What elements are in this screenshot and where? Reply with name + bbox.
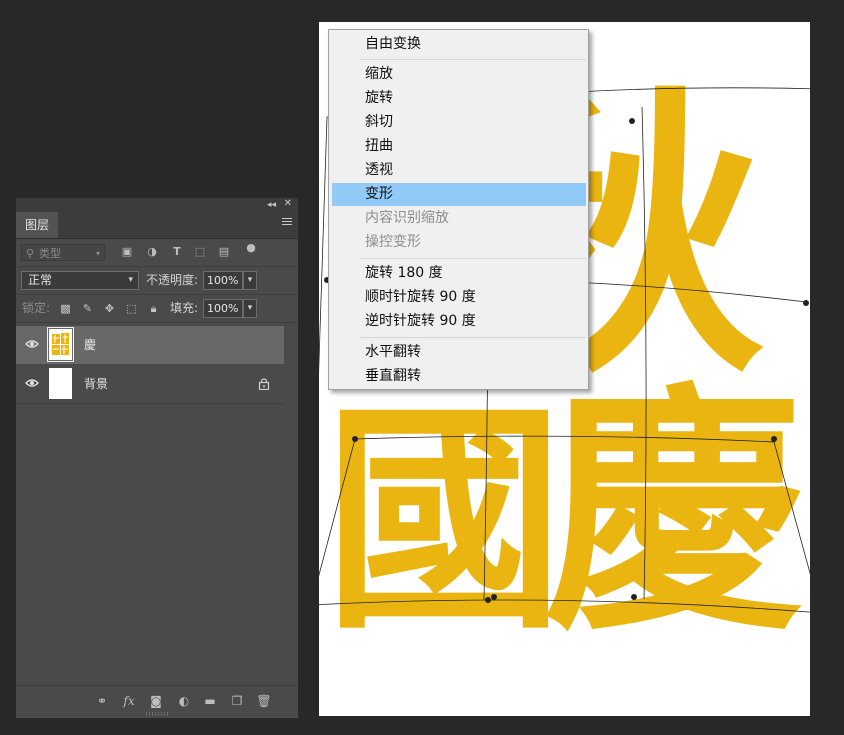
blend-row: 正常 ▾ 不透明度: 100% ▾: [16, 267, 298, 295]
menu-item-content-aware-scale: 内容识别缩放: [365, 210, 449, 226]
menu-item-rotate-90-cw[interactable]: 顺时针旋转 90 度: [332, 286, 586, 309]
shape-filter-icon[interactable]: ⬚: [194, 246, 206, 258]
folder-icon[interactable]: ▬: [202, 693, 218, 709]
adjustment-filter-icon[interactable]: ◑: [146, 246, 158, 258]
blend-mode-select[interactable]: 正常 ▾: [21, 271, 139, 290]
lock-row: 锁定: ▩ ✎ ✥ ⬚ 🔒︎ 填充: 100% ▾: [16, 295, 298, 323]
resize-grip[interactable]: [146, 712, 170, 716]
lock-all-icon[interactable]: 🔒︎: [147, 302, 160, 315]
layer-name[interactable]: 背景: [84, 365, 108, 403]
eye-icon[interactable]: [25, 378, 39, 388]
adjustment-icon[interactable]: ◐: [176, 693, 192, 709]
link-icon[interactable]: ⚭: [94, 693, 110, 709]
lock-artboard-icon[interactable]: ⬚: [125, 302, 138, 315]
fill-dropdown-icon[interactable]: ▾: [243, 299, 257, 318]
menu-item-rotate[interactable]: 旋转: [332, 87, 586, 110]
panel-menu-icon[interactable]: [282, 218, 292, 227]
tab-layers[interactable]: 图层: [16, 212, 58, 238]
chevron-down-icon: ▾: [95, 249, 100, 258]
type-filter-icon[interactable]: T: [171, 246, 183, 258]
menu-item-perspective[interactable]: 透视: [332, 159, 586, 182]
opacity-input[interactable]: 100%: [203, 271, 243, 290]
lock-position-icon[interactable]: ✥: [103, 302, 116, 315]
mask-icon[interactable]: ◙: [148, 693, 164, 709]
menu-separator: [360, 59, 586, 60]
pixel-filter-icon[interactable]: ▣: [121, 246, 133, 258]
collapse-icon[interactable]: ◂◂: [267, 199, 276, 211]
filter-row: ⚲ 类型 ▾ ▣ ◑ T ⬚ ▤ ●: [16, 239, 298, 267]
menu-item-puppet-warp: 操控变形: [365, 234, 421, 250]
opacity-label: 不透明度:: [146, 273, 199, 287]
fill-input[interactable]: 100%: [203, 299, 243, 318]
glyph-qing: 慶: [544, 364, 804, 666]
close-icon[interactable]: ✕: [284, 198, 292, 210]
opacity-dropdown-icon[interactable]: ▾: [243, 271, 257, 290]
filter-kind-select[interactable]: ⚲ 类型 ▾: [21, 244, 105, 261]
blend-mode-value: 正常: [28, 273, 53, 287]
layers-panel: ◂◂ ✕ 图层 ⚲ 类型 ▾ ▣ ◑ T ⬚ ▤ ● 正常 ▾ 不透明度: 10…: [15, 197, 299, 719]
panel-footer: ⚭ fx ◙ ◐ ▬ ❐ 🗑︎: [16, 685, 298, 718]
thumbnail-artwork-icon: [51, 332, 70, 357]
fx-icon[interactable]: fx: [121, 693, 137, 709]
panel-tab-row: 图层: [16, 212, 298, 239]
menu-item-scale[interactable]: 缩放: [332, 63, 586, 86]
menu-item-skew[interactable]: 斜切: [332, 111, 586, 134]
eye-icon[interactable]: [25, 339, 39, 349]
glyph-guo: 國: [324, 381, 564, 661]
chevron-down-icon: ▾: [128, 275, 133, 285]
filter-toggle-icon[interactable]: ●: [245, 242, 257, 254]
menu-item-distort[interactable]: 扭曲: [332, 135, 586, 158]
transform-context-menu: 自由变换 缩放 旋转 斜切 扭曲 透视 变形 内容识别缩放 操控变形 旋转 18…: [328, 29, 589, 390]
filter-kind-label: 类型: [39, 247, 61, 260]
layer-name[interactable]: 慶: [84, 326, 96, 364]
menu-item-flip-vertical[interactable]: 垂直翻转: [332, 365, 586, 388]
menu-item-flip-horizontal[interactable]: 水平翻转: [332, 341, 586, 364]
menu-item-warp[interactable]: 变形: [332, 183, 586, 206]
layer-row-qing[interactable]: 慶: [16, 326, 284, 364]
trash-icon[interactable]: 🗑︎: [256, 693, 272, 709]
new-layer-icon[interactable]: ❐: [229, 693, 245, 709]
layer-thumbnail: [47, 327, 74, 362]
panel-titlebar[interactable]: ◂◂ ✕: [16, 198, 298, 212]
smart-object-filter-icon[interactable]: ▤: [218, 246, 230, 258]
search-icon: ⚲: [26, 247, 35, 260]
menu-separator: [360, 337, 586, 338]
lock-transparent-icon[interactable]: ▩: [59, 302, 72, 315]
menu-item-rotate-90-ccw[interactable]: 逆时针旋转 90 度: [332, 310, 586, 333]
fill-label: 填充:: [170, 301, 199, 315]
lock-icon: [258, 378, 270, 390]
layer-row-background[interactable]: 背景: [16, 365, 284, 404]
menu-item-rotate-180[interactable]: 旋转 180 度: [332, 262, 586, 285]
layers-scrollbar[interactable]: [284, 326, 298, 404]
lock-label: 锁定:: [22, 301, 51, 315]
menu-item-free-transform[interactable]: 自由变换: [332, 33, 586, 56]
menu-separator: [360, 258, 586, 259]
layer-thumbnail: [49, 368, 72, 399]
lock-image-icon[interactable]: ✎: [81, 302, 94, 315]
